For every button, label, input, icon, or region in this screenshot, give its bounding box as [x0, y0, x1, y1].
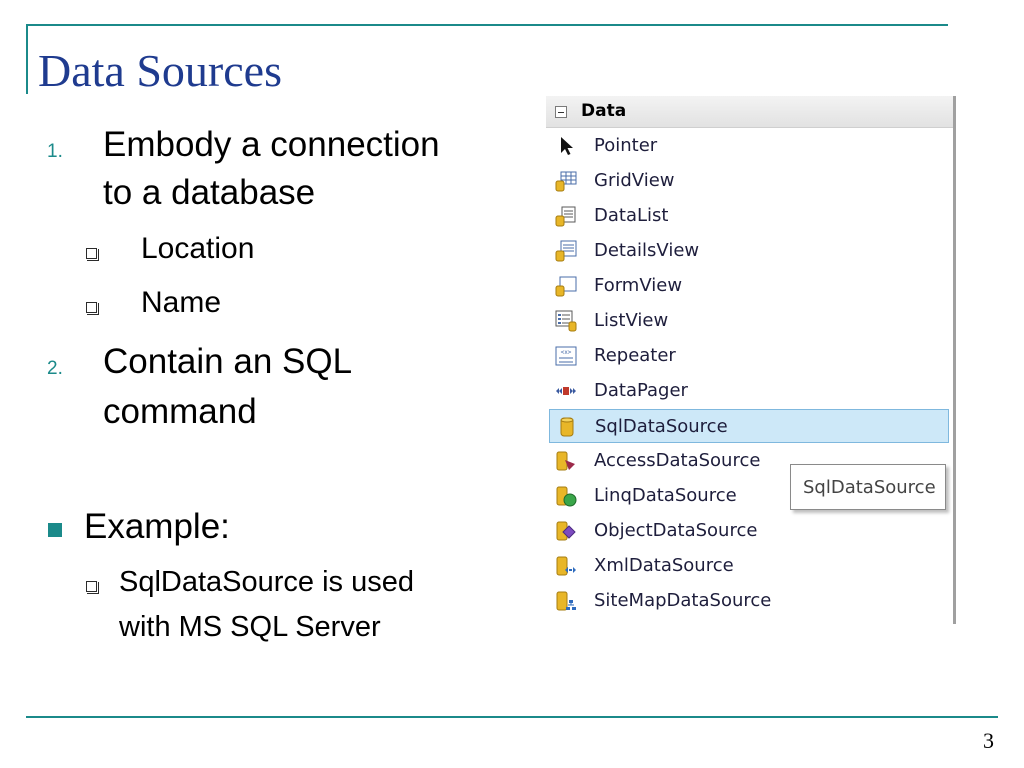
item1-number: 1.: [47, 141, 63, 162]
toolbox-item-label: Repeater: [594, 345, 676, 366]
toolbox-header-label: Data: [581, 101, 627, 121]
toolbox-item-label: GridView: [594, 170, 675, 191]
svg-text:<x>: <x>: [561, 349, 572, 356]
item2-line2: command: [103, 392, 257, 431]
item2-number: 2.: [47, 358, 63, 379]
collapse-icon[interactable]: [555, 106, 567, 118]
toolbox-item-listview[interactable]: ListView: [549, 304, 949, 338]
example-line1: SqlDataSource is used: [119, 566, 414, 598]
title-top-rule: [26, 24, 948, 26]
sub1-bullet-icon: [86, 248, 99, 261]
toolbox-item-label: SqlDataSource: [595, 416, 728, 437]
footer-rule: [26, 716, 998, 718]
toolbox-item-gridview[interactable]: GridView: [549, 164, 949, 198]
toolbox-item-objectdatasource[interactable]: ObjectDataSource: [549, 514, 949, 548]
toolbox-item-formview[interactable]: FormView: [549, 269, 949, 303]
item1-line2: to a database: [103, 173, 316, 212]
toolbox-item-label: FormView: [594, 275, 683, 296]
tooltip: SqlDataSource: [790, 464, 946, 510]
datapager-icon: [556, 387, 576, 395]
toolbox-item-datapager[interactable]: DataPager: [549, 374, 949, 408]
sub1-text: Location: [141, 232, 255, 265]
example-label: Example:: [84, 507, 230, 546]
toolbox-item-sitemapdatasource[interactable]: SiteMapDataSource: [549, 584, 949, 618]
listview-icon: [555, 310, 577, 332]
sub2-text: Name: [141, 286, 222, 319]
toolbox-item-label: DataPager: [594, 380, 688, 401]
toolbox-item-label: AccessDataSource: [594, 450, 761, 471]
example-bullet-icon: [48, 523, 62, 537]
item1-line1: Embody a connection: [103, 125, 440, 164]
toolbox-item-label: ListView: [594, 310, 669, 331]
toolbox-item-label: LinqDataSource: [594, 485, 737, 506]
toolbox-item-pointer[interactable]: Pointer: [549, 129, 949, 163]
toolbox-panel: Data Pointer GridView DataList DetailsVi…: [546, 96, 956, 624]
toolbox-data-header[interactable]: Data: [546, 96, 953, 128]
pointer-icon: [561, 137, 573, 155]
toolbox-item-detailsview[interactable]: DetailsView: [549, 234, 949, 268]
example-line2: with MS SQL Server: [119, 611, 381, 643]
repeater-icon: <x>: [555, 346, 577, 366]
gridview-icon: [555, 171, 577, 192]
toolbox-item-sqldatasource[interactable]: SqlDataSource: [549, 409, 949, 443]
title-left-rule: [26, 24, 28, 94]
linqdatasource-icon: [556, 486, 577, 507]
tooltip-text: SqlDataSource: [803, 477, 936, 498]
objectdatasource-icon: [556, 521, 576, 541]
accessdatasource-icon: [556, 451, 575, 471]
toolbox-item-xmldatasource[interactable]: XmlDataSource: [549, 549, 949, 583]
page-number: 3: [983, 728, 994, 753]
toolbox-item-label: XmlDataSource: [594, 555, 734, 576]
toolbox-item-datalist[interactable]: DataList: [549, 199, 949, 233]
example-sub-bullet-icon: [86, 581, 99, 594]
formview-icon: [555, 276, 577, 297]
item2-line1: Contain an SQL: [103, 342, 353, 381]
toolbox-item-label: Pointer: [594, 135, 658, 156]
slide-title: Data Sources: [38, 45, 282, 96]
toolbox-item-label: DetailsView: [594, 240, 700, 261]
sqldatasource-icon: [560, 417, 574, 437]
toolbox-item-repeater[interactable]: <x> Repeater: [549, 339, 949, 373]
toolbox-item-label: ObjectDataSource: [594, 520, 758, 541]
sitemapdatasource-icon: [556, 591, 576, 611]
datalist-icon: [555, 206, 576, 227]
detailsview-icon: [555, 240, 577, 262]
toolbox-item-label: SiteMapDataSource: [594, 590, 772, 611]
toolbox-item-label: DataList: [594, 205, 669, 226]
sub2-bullet-icon: [86, 302, 99, 315]
xmldatasource-icon: [556, 556, 576, 576]
